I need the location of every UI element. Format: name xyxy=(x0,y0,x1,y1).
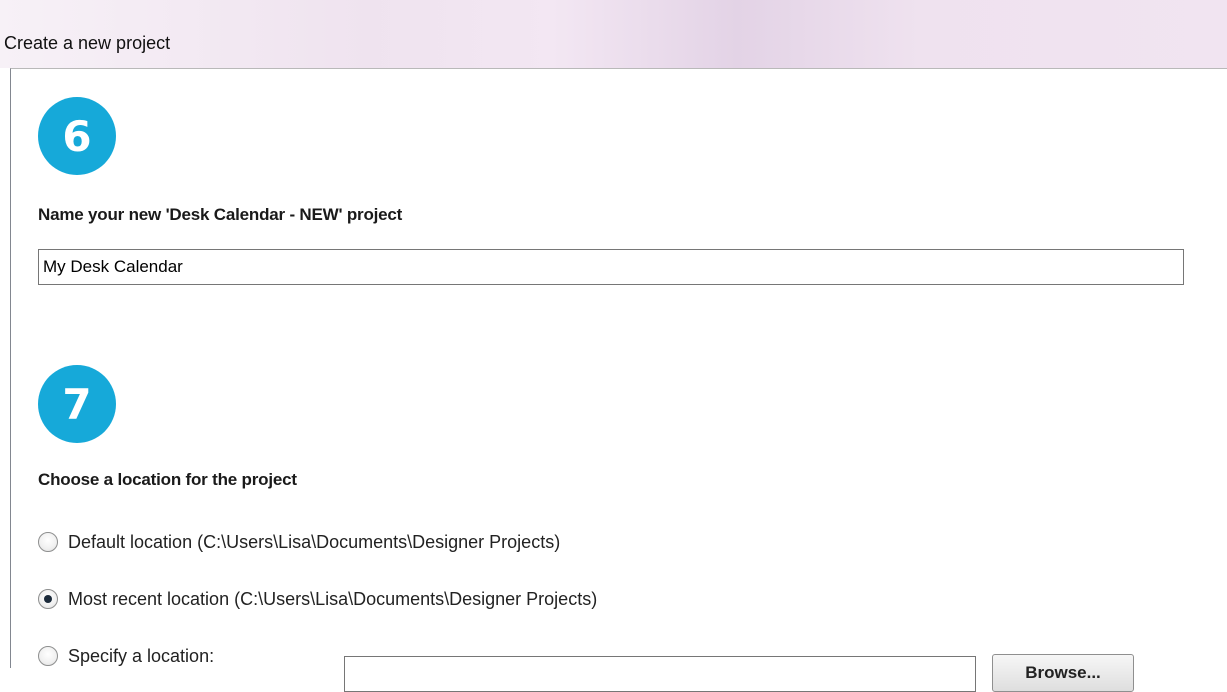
step-number-badge: 6 xyxy=(38,97,116,175)
dialog-body xyxy=(10,68,1227,668)
browse-button[interactable]: Browse... xyxy=(992,654,1134,692)
radio-button[interactable] xyxy=(38,532,58,552)
dialog-title: Create a new project xyxy=(4,33,171,53)
location-path-input[interactable] xyxy=(344,656,976,692)
radio-specify-location[interactable]: Specify a location: xyxy=(38,644,214,668)
radio-button[interactable] xyxy=(38,589,58,609)
dialog-title-bar: Create a new project xyxy=(0,0,1227,68)
radio-label: Default location (C:\Users\Lisa\Document… xyxy=(68,531,561,552)
radio-default-location[interactable]: Default location (C:\Users\Lisa\Document… xyxy=(38,530,560,554)
project-name-input[interactable] xyxy=(38,249,1184,285)
radio-label: Most recent location (C:\Users\Lisa\Docu… xyxy=(68,588,598,609)
radio-most-recent-location[interactable]: Most recent location (C:\Users\Lisa\Docu… xyxy=(38,587,597,611)
radio-button[interactable] xyxy=(38,646,58,666)
radio-label: Specify a location: xyxy=(68,645,215,666)
location-heading: Choose a location for the project xyxy=(38,470,297,489)
project-name-heading: Name your new 'Desk Calendar - NEW' proj… xyxy=(38,205,403,224)
step-number-badge: 7 xyxy=(38,365,116,443)
radio-selected-dot xyxy=(44,595,52,603)
